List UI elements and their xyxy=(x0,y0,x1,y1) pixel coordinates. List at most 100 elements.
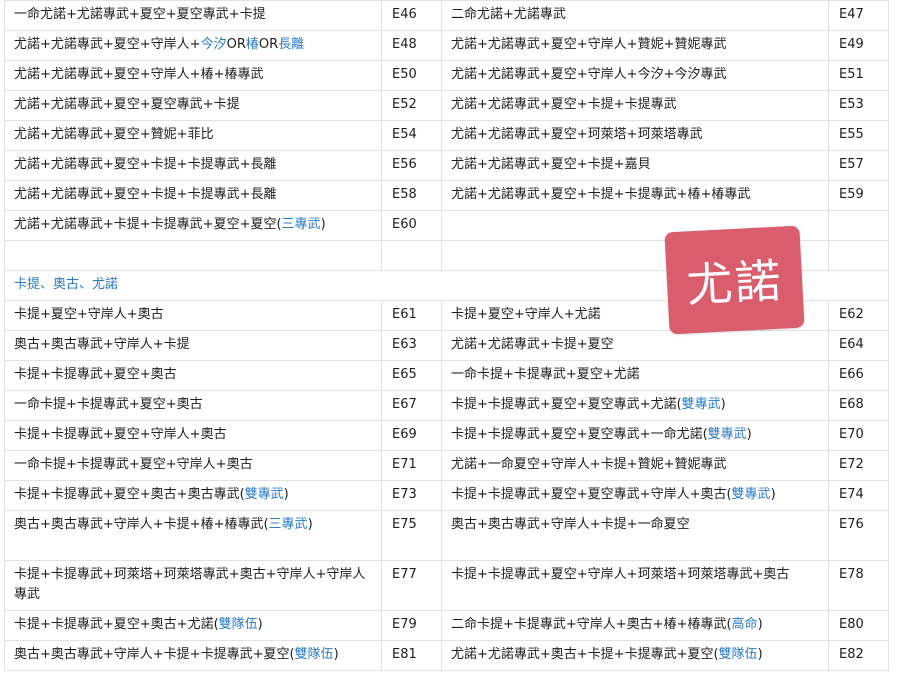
left-team-cell: 卡提+卡提專武+夏空+奧古 xyxy=(4,360,382,391)
team-text: 尤諾+尤諾專武+夏空+卡提+嘉貝 xyxy=(451,157,651,172)
right-team-cell: 奧古+奧古專武+守岸人+卡提+一命夏空 xyxy=(441,510,829,561)
highlight-text: 今汐 xyxy=(200,37,227,52)
team-text: 卡提+卡提專武+夏空+奧古+尤諾( xyxy=(14,617,219,632)
left-combo-code: E61 xyxy=(381,300,442,331)
team-text: 尤諾+尤諾專武+奧古+卡提+卡提專武+夏空( xyxy=(451,647,719,662)
left-team-cell: 尤諾+尤諾專武+夏空+卡提+卡提專武+長離 xyxy=(4,180,382,211)
highlight-text: 雙隊伍 xyxy=(294,647,334,662)
team-text: 二命卡提+卡提專武+守岸人+奧古+椿+椿專武( xyxy=(451,617,732,632)
right-combo-code xyxy=(828,210,889,241)
team-text: 尤諾+尤諾專武+夏空+夏空專武+卡提 xyxy=(14,97,240,112)
table-row: 尤諾+尤諾專武+夏空+守岸人+今汐OR椿OR長離 E48 尤諾+尤諾專武+夏空+守岸… xyxy=(4,30,889,61)
team-text: ) xyxy=(770,487,776,502)
team-text: 一命卡提+卡提專武+夏空+尤諾 xyxy=(451,367,640,382)
team-text: 尤諾+尤諾專武+夏空+卡提+卡提專武+長離 xyxy=(14,157,277,172)
right-team-cell: 卡提+卡提專武+夏空+夏空專武+一命尤諾(雙專武) xyxy=(441,420,829,451)
team-text: ) xyxy=(757,647,763,662)
left-team-cell: 奧古+奧古專武+守岸人+卡提+椿+椿專武(三專武) xyxy=(4,510,382,561)
right-combo-code: E59 xyxy=(828,180,889,211)
table-row: 奧古+奧古專武+守岸人+卡提+椿+椿專武(三專武) E75 奧古+奧古專武+守岸人+… xyxy=(4,510,889,561)
right-combo-code: E62 xyxy=(828,300,889,331)
left-team-cell: 卡提+卡提專武+夏空+奧古+奧古專武(雙專武) xyxy=(4,480,382,511)
team-text: 尤諾+尤諾專武+卡提+夏空 xyxy=(451,337,614,352)
highlight-text: 椿 xyxy=(245,37,259,52)
right-combo-code: E55 xyxy=(828,120,889,151)
right-team-cell: 尤諾+尤諾專武+夏空+卡提+卡提專武+椿+椿專武 xyxy=(441,180,829,211)
right-team-cell: 卡提+卡提專武+夏空+夏空專武+尤諾(雙專武) xyxy=(441,390,829,421)
highlight-text: 雙專武 xyxy=(681,397,721,412)
table-row: 奧古+奧古專武+守岸人+卡提+卡提專武+夏空(雙隊伍) E81 尤諾+尤諾專武+奧古… xyxy=(4,640,889,671)
team-text: ) xyxy=(746,427,752,442)
right-team-cell: 尤諾+尤諾專武+夏空+守岸人+今汐+今汐專武 xyxy=(441,60,829,91)
team-text: 卡提+夏空+守岸人+尤諾 xyxy=(451,307,601,322)
left-combo-code: E46 xyxy=(381,0,442,31)
team-combos-table: 一命尤諾+尤諾專武+夏空+夏空專武+卡提 E46 二命尤諾+尤諾專武 E47 尤諾+尤諾… xyxy=(4,0,889,671)
team-text: 一命卡提+卡提專武+夏空+守岸人+奧古 xyxy=(14,457,253,472)
right-combo-code: E70 xyxy=(828,420,889,451)
team-text: 奧古+奧古專武+守岸人+卡提+椿+椿專武( xyxy=(14,517,269,532)
right-combo-code: E66 xyxy=(828,360,889,391)
team-text: 尤諾+一命夏空+守岸人+卡提+贊妮+贊妮專武 xyxy=(451,457,727,472)
left-team-cell: 卡提+卡提專武+夏空+奧古+尤諾(雙隊伍) xyxy=(4,610,382,641)
table-row: 奧古+奧古專武+守岸人+卡提 E63 尤諾+尤諾專武+卡提+夏空 E64 xyxy=(4,330,889,361)
table-row: 卡提+卡提專武+珂萊塔+珂萊塔專武+奧古+守岸人+守岸人專武 E77 卡提+卡提專武… xyxy=(4,560,889,611)
highlight-text: 雙專武 xyxy=(731,487,771,502)
highlight-text: 雙隊伍 xyxy=(718,647,758,662)
right-combo-code: E64 xyxy=(828,330,889,361)
left-team-cell: 尤諾+尤諾專武+夏空+守岸人+椿+椿專武 xyxy=(4,60,382,91)
left-combo-code xyxy=(381,240,442,271)
left-team-cell: 卡提+卡提專武+夏空+守岸人+奧古 xyxy=(4,420,382,451)
left-combo-code: E71 xyxy=(381,450,442,481)
left-combo-code: E69 xyxy=(381,420,442,451)
team-text: 卡提+卡提專武+夏空+奧古+奧古專武( xyxy=(14,487,245,502)
table-row: 卡提+卡提專武+夏空+奧古+尤諾(雙隊伍) E79 二命卡提+卡提專武+守岸人+奧古… xyxy=(4,610,889,641)
watermark-stamp: 尤諾 xyxy=(664,225,805,335)
table-row: 一命卡提+卡提專武+夏空+奧古 E67 卡提+卡提專武+夏空+夏空專武+尤諾(雙專武… xyxy=(4,390,889,421)
team-text: 尤諾+尤諾專武+夏空+卡提+卡提專武+長離 xyxy=(14,187,277,202)
table-row: 卡提+卡提專武+夏空+奧古+奧古專武(雙專武) E73 卡提+卡提專武+夏空+夏空專… xyxy=(4,480,889,511)
right-combo-code: E57 xyxy=(828,150,889,181)
left-combo-code: E77 xyxy=(381,560,442,611)
highlight-text: 三專武 xyxy=(268,517,308,532)
team-text: 卡提+卡提專武+夏空+奧古 xyxy=(14,367,177,382)
team-text: OR xyxy=(258,37,279,52)
right-combo-code: E51 xyxy=(828,60,889,91)
table-row: 卡提+卡提專武+夏空+守岸人+奧古 E69 卡提+卡提專武+夏空+夏空專武+一命尤諾… xyxy=(4,420,889,451)
right-combo-code: E47 xyxy=(828,0,889,31)
right-team-cell: 尤諾+尤諾專武+卡提+夏空 xyxy=(441,330,829,361)
team-text: 尤諾+尤諾專武+夏空+守岸人+今汐+今汐專武 xyxy=(451,67,727,82)
team-text: 尤諾+尤諾專武+夏空+卡提+卡提專武 xyxy=(451,97,677,112)
left-combo-code: E63 xyxy=(381,330,442,361)
team-text: 卡提+卡提專武+夏空+守岸人+珂萊塔+珂萊塔專武+奧古 xyxy=(451,567,790,582)
team-text: 卡提+卡提專武+夏空+夏空專武+守岸人+奧古( xyxy=(451,487,732,502)
left-team-cell: 卡提+卡提專武+珂萊塔+珂萊塔專武+奧古+守岸人+守岸人專武 xyxy=(4,560,382,611)
team-text: 卡提+卡提專武+夏空+夏空專武+一命尤諾( xyxy=(451,427,708,442)
left-team-cell: 一命卡提+卡提專武+夏空+奧古 xyxy=(4,390,382,421)
team-text: 卡提+卡提專武+珂萊塔+珂萊塔專武+奧古+守岸人+守岸人專武 xyxy=(14,567,366,602)
team-text: 尤諾+尤諾專武+夏空+守岸人+椿+椿專武 xyxy=(14,67,264,82)
table-body: 一命尤諾+尤諾專武+夏空+夏空專武+卡提 E46 二命尤諾+尤諾專武 E47 尤諾+尤諾… xyxy=(4,0,889,671)
team-text: ) xyxy=(720,397,726,412)
right-combo-code xyxy=(828,240,889,271)
table-row: 一命尤諾+尤諾專武+夏空+夏空專武+卡提 E46 二命尤諾+尤諾專武 E47 xyxy=(4,0,889,31)
team-text: 尤諾+尤諾專武+夏空+守岸人+贊妮+贊妮專武 xyxy=(451,37,727,52)
team-text: 卡提+卡提專武+夏空+守岸人+奧古 xyxy=(14,427,227,442)
team-text: 卡提+夏空+守岸人+奧古 xyxy=(14,307,164,322)
left-team-cell: 尤諾+尤諾專武+夏空+守岸人+今汐OR椿OR長離 xyxy=(4,30,382,61)
team-text: ) xyxy=(257,617,263,632)
left-combo-code: E48 xyxy=(381,30,442,61)
table-row: 尤諾+尤諾專武+夏空+卡提+卡提專武+長離 E58 尤諾+尤諾專武+夏空+卡提+卡提… xyxy=(4,180,889,211)
team-text: 奧古+奧古專武+守岸人+卡提+一命夏空 xyxy=(451,517,690,532)
team-text: 尤諾+尤諾專武+夏空+卡提+卡提專武+椿+椿專武 xyxy=(451,187,751,202)
team-text: 尤諾+尤諾專武+夏空+贊妮+菲比 xyxy=(14,127,214,142)
right-team-cell: 尤諾+尤諾專武+夏空+守岸人+贊妮+贊妮專武 xyxy=(441,30,829,61)
highlight-text: 三專武 xyxy=(281,217,321,232)
left-combo-code: E81 xyxy=(381,640,442,671)
right-combo-code: E53 xyxy=(828,90,889,121)
left-team-cell: 尤諾+尤諾專武+卡提+卡提專武+夏空+夏空(三專武) xyxy=(4,210,382,241)
right-team-cell: 尤諾+尤諾專武+夏空+卡提+卡提專武 xyxy=(441,90,829,121)
team-text: ) xyxy=(283,487,289,502)
left-combo-code: E50 xyxy=(381,60,442,91)
team-text: 一命尤諾+尤諾專武+夏空+夏空專武+卡提 xyxy=(14,7,266,22)
left-team-cell: 尤諾+尤諾專武+夏空+卡提+卡提專武+長離 xyxy=(4,150,382,181)
